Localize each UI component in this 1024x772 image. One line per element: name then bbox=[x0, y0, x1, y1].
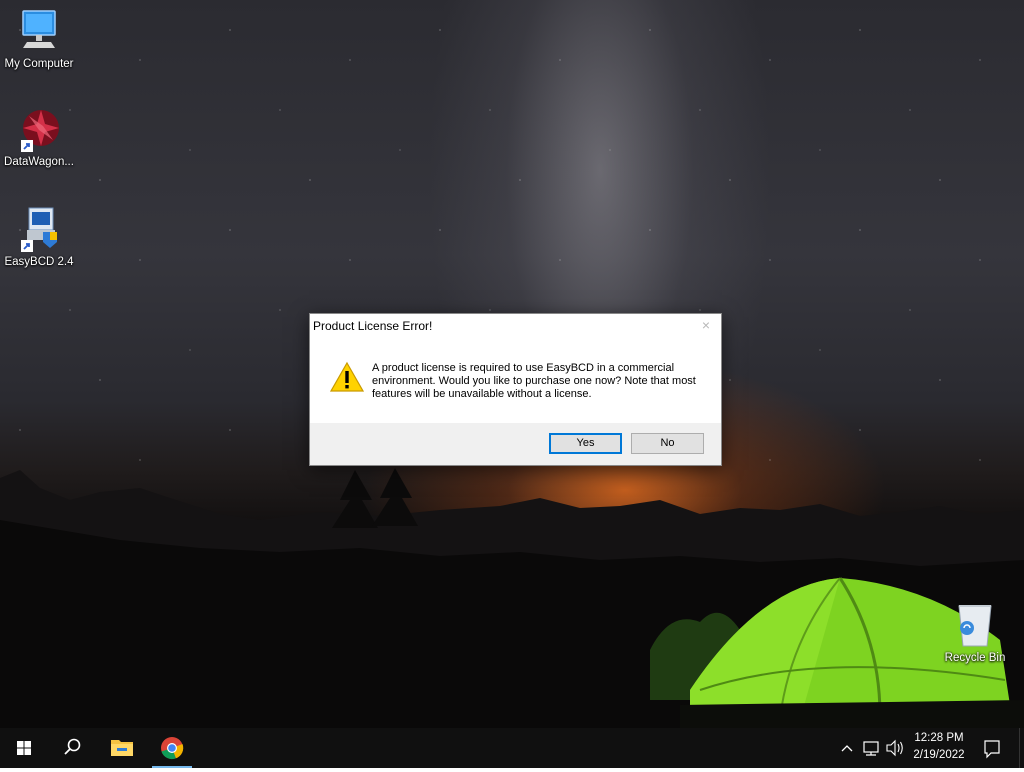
start-button[interactable] bbox=[0, 728, 48, 768]
taskbar: 12:28 PM 2/19/2022 bbox=[0, 728, 1024, 768]
close-icon[interactable]: × bbox=[699, 318, 713, 332]
network-icon bbox=[863, 741, 879, 756]
action-center-icon bbox=[984, 740, 1000, 759]
volume-icon bbox=[886, 739, 903, 757]
network-button[interactable] bbox=[860, 728, 882, 768]
clock-date: 2/19/2022 bbox=[913, 749, 965, 761]
yes-button[interactable]: Yes bbox=[549, 433, 622, 454]
chrome-button[interactable] bbox=[148, 728, 196, 768]
file-explorer-button[interactable] bbox=[98, 728, 146, 768]
computer-icon bbox=[22, 10, 56, 48]
desktop-icon-datawagon[interactable]: DataWagon... bbox=[0, 106, 78, 168]
desktop-icon-label: Recycle Bin bbox=[944, 652, 1006, 664]
desktop-icon-label: DataWagon... bbox=[4, 156, 74, 168]
action-center-button[interactable] bbox=[976, 728, 1008, 768]
desktop-icon-easybcd[interactable]: EasyBCD 2.4 bbox=[0, 206, 78, 268]
clock-time: 12:28 PM bbox=[914, 732, 964, 744]
no-button[interactable]: No bbox=[631, 433, 704, 454]
chrome-icon bbox=[161, 737, 184, 760]
license-error-dialog: Product License Error! × A product licen… bbox=[309, 313, 722, 466]
desktop-icon-recycle-bin[interactable]: Recycle Bin bbox=[936, 602, 1014, 664]
recycle-bin-icon bbox=[958, 605, 992, 647]
dialog-title: Product License Error! bbox=[313, 319, 433, 333]
folder-icon bbox=[111, 740, 133, 756]
warning-icon bbox=[330, 361, 364, 392]
taskbar-clock[interactable]: 12:28 PM 2/19/2022 bbox=[906, 730, 972, 766]
desktop-icon-label: EasyBCD 2.4 bbox=[4, 256, 74, 268]
windows-logo-icon bbox=[17, 741, 31, 755]
volume-button[interactable] bbox=[884, 728, 906, 768]
desktop-icon-my-computer[interactable]: My Computer bbox=[0, 8, 78, 70]
datawagon-icon bbox=[21, 110, 59, 152]
chevron-up-icon bbox=[841, 745, 853, 752]
search-button[interactable] bbox=[48, 728, 96, 768]
show-desktop-button[interactable] bbox=[1019, 728, 1024, 768]
dialog-button-bar: Yes No bbox=[310, 423, 721, 465]
easybcd-icon bbox=[21, 207, 57, 252]
search-icon bbox=[64, 738, 81, 755]
show-hidden-icons-button[interactable] bbox=[838, 728, 856, 768]
dialog-message: A product license is required to use Eas… bbox=[372, 362, 696, 400]
desktop-icon-label: My Computer bbox=[4, 58, 74, 70]
